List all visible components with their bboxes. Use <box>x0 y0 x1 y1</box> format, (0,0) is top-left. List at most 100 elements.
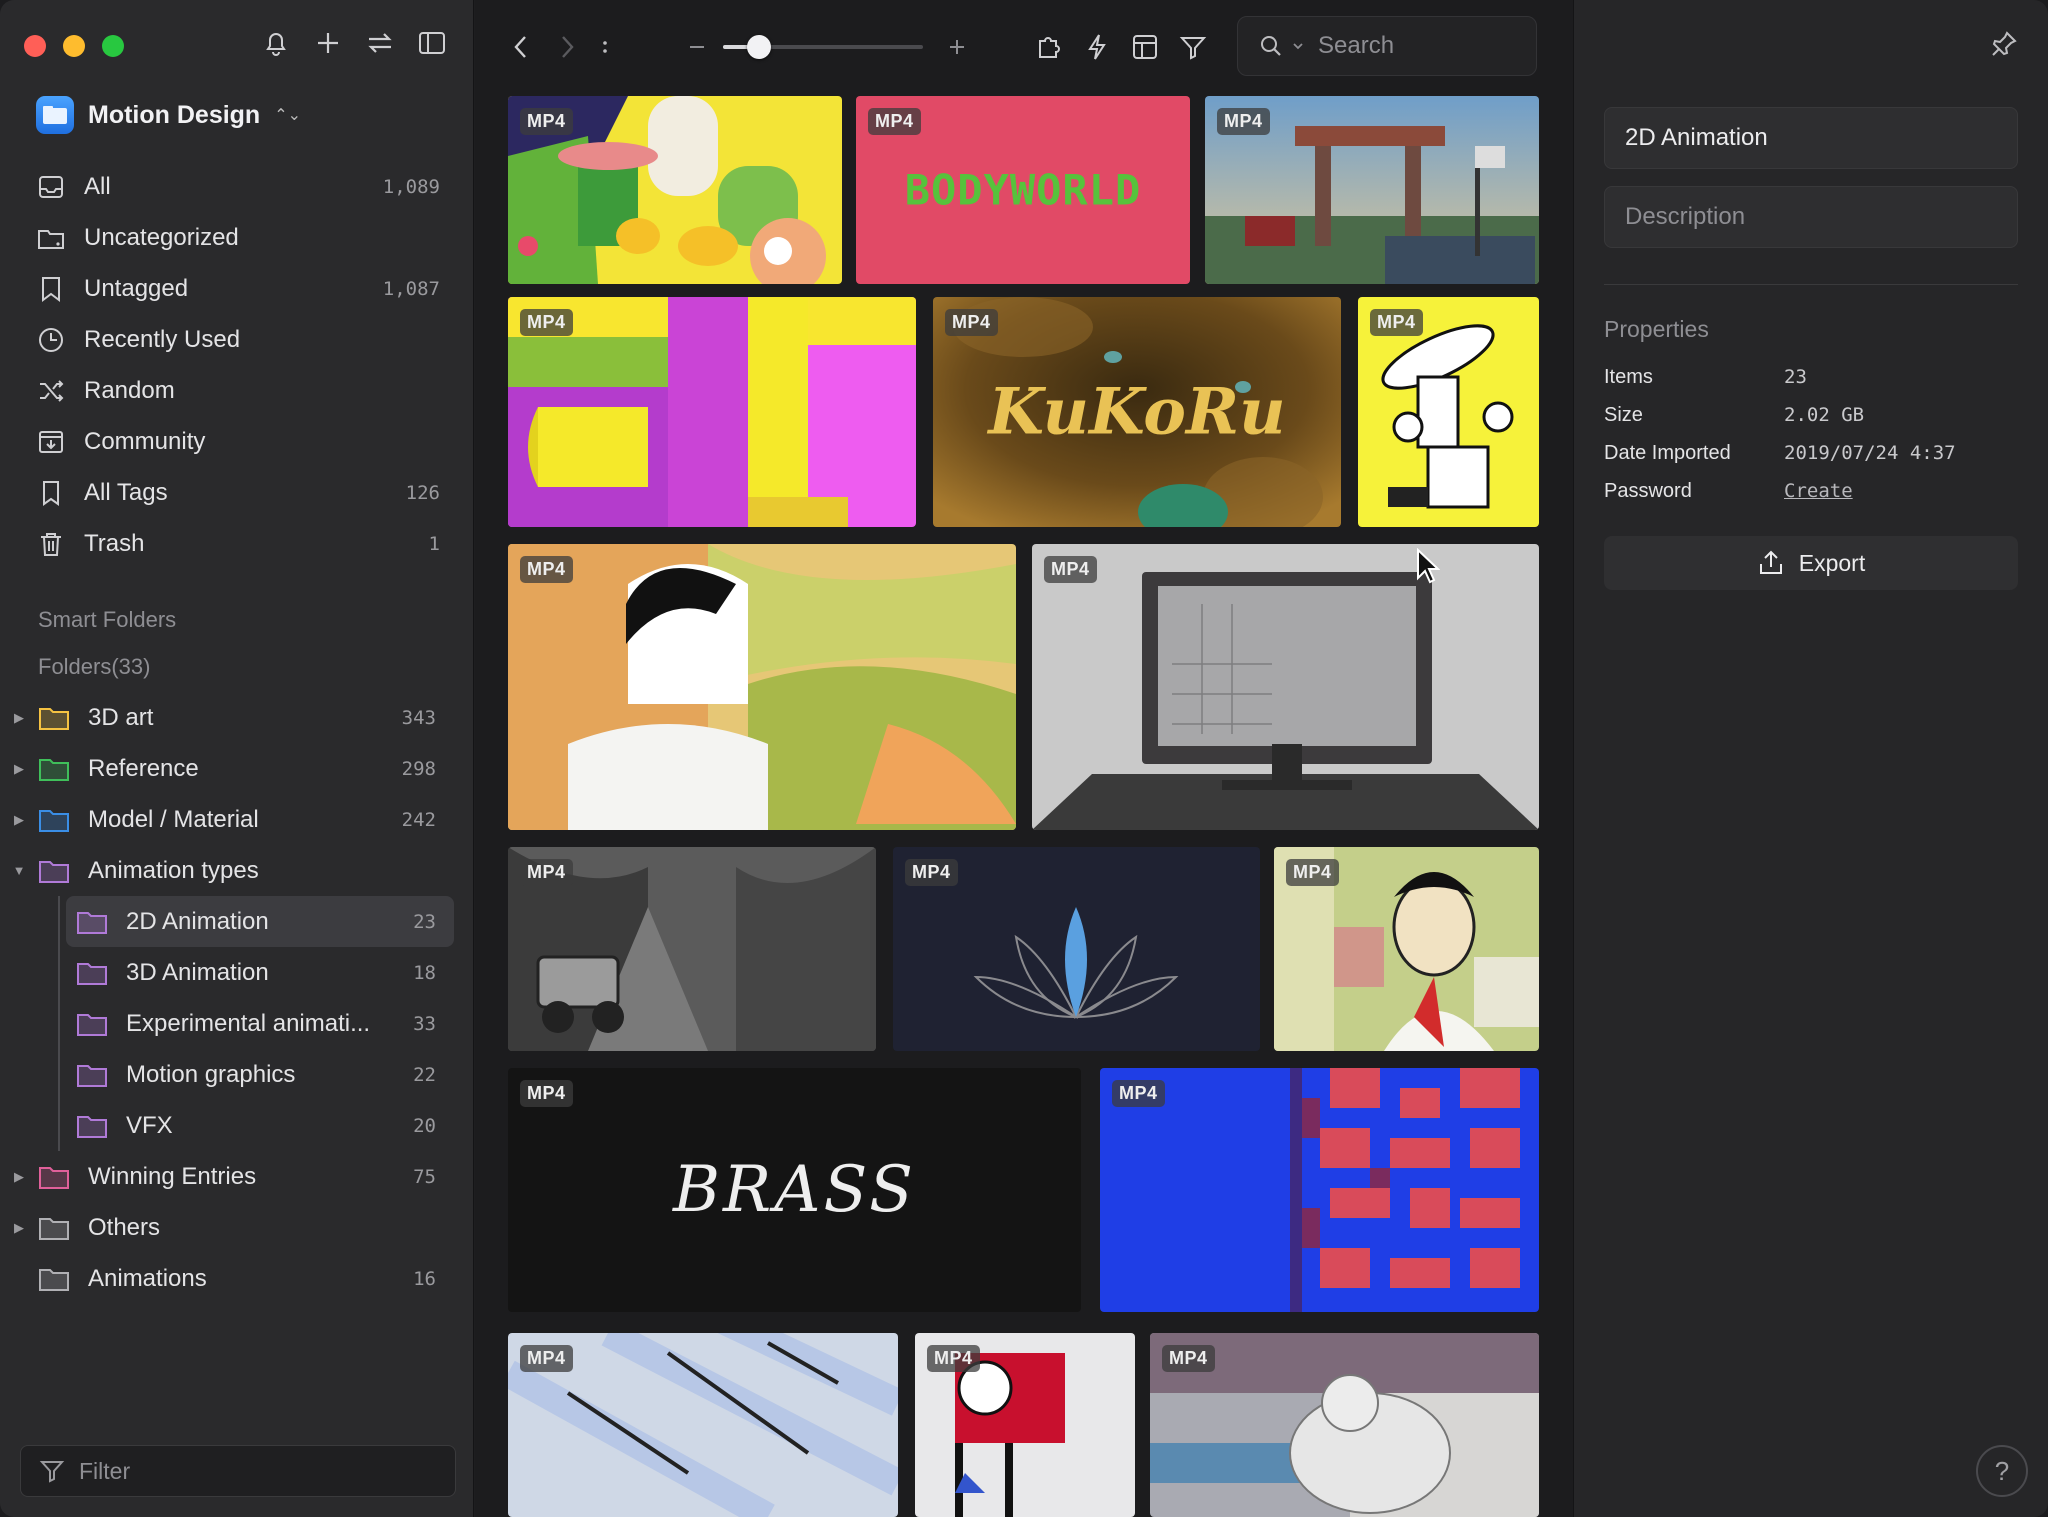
search-input[interactable]: Search <box>1237 16 1537 76</box>
folder-icon <box>39 1166 69 1189</box>
filter-input[interactable]: Filter <box>20 1445 456 1497</box>
export-label: Export <box>1798 549 1866 576</box>
thumbnail-item[interactable]: MP4 <box>508 297 916 527</box>
zoom-window-button[interactable] <box>102 35 124 57</box>
help-label: ? <box>1994 1455 2010 1486</box>
folder-item[interactable]: ▶ 3D art 343 <box>0 692 474 743</box>
subfolder-item[interactable]: Motion graphics 22 <box>0 1049 474 1100</box>
folder-icon <box>77 962 107 985</box>
content-area: Search MP4 BODYWORLD MP4 MP4 MP4 KuKoRu … <box>475 0 1573 1517</box>
back-icon[interactable] <box>505 31 537 63</box>
sidebar-item[interactable]: Untagged 1,087 <box>24 263 454 314</box>
chevron-right-icon[interactable]: ▶ <box>0 761 38 777</box>
folder-count: 33 <box>413 1012 436 1035</box>
sync-arrows-icon[interactable] <box>365 28 395 58</box>
thumbnail-item[interactable]: MP4 <box>1358 297 1539 527</box>
close-window-button[interactable] <box>24 35 46 57</box>
thumbnail-item[interactable]: MP4 <box>508 1333 898 1517</box>
thumbnail-title-text: BODYWORLD <box>904 165 1142 215</box>
property-value: 2019/07/24 4:37 <box>1784 442 1956 464</box>
minimize-window-button[interactable] <box>63 35 85 57</box>
filter-funnel-icon[interactable] <box>1177 31 1209 63</box>
folders-heading[interactable]: Folders(33) <box>38 654 150 680</box>
sidebar-item[interactable]: All 1,089 <box>24 161 454 212</box>
sidebar-item-label: Uncategorized <box>84 223 239 251</box>
zoom-slider[interactable] <box>723 35 923 59</box>
layout-icon[interactable] <box>1129 31 1161 63</box>
folder-item[interactable]: ▶ Winning Entries 75 <box>0 1151 474 1202</box>
chevron-down-icon[interactable]: ▼ <box>0 863 38 878</box>
thumbnail-item[interactable]: MP4 <box>1100 1068 1539 1312</box>
description-field[interactable]: Description <box>1604 186 2018 248</box>
thumbnail-item[interactable]: MP4 <box>1205 96 1539 284</box>
subfolder-item[interactable]: 3D Animation 18 <box>0 947 474 998</box>
search-placeholder: Search <box>1318 32 1395 59</box>
tree-guide-line <box>58 1049 60 1100</box>
more-options-icon[interactable] <box>589 31 621 63</box>
thumbnail-item[interactable]: MP4 <box>508 847 876 1051</box>
thumbnail-item[interactable]: KuKoRu MP4 <box>933 297 1341 527</box>
chevron-right-icon[interactable]: ▶ <box>0 1169 38 1185</box>
folder-icon <box>39 860 69 883</box>
subfolder-item[interactable]: VFX 20 <box>0 1100 474 1151</box>
folder-name-field[interactable]: 2D Animation <box>1604 107 2018 169</box>
folder-label: 3D Animation <box>126 958 269 986</box>
sidebar-item-label: Untagged <box>84 274 189 302</box>
sidebar-item-label: Community <box>84 427 206 455</box>
create-password-link[interactable]: Create <box>1784 480 1853 503</box>
thumbnail-item[interactable]: BRASS MP4 <box>508 1068 1081 1312</box>
thumbnail-item[interactable]: MP4 <box>1150 1333 1539 1517</box>
folder-item[interactable]: ▶ Model / Material 242 <box>0 794 474 845</box>
pin-icon[interactable] <box>1990 30 2018 63</box>
folder-label: Motion graphics <box>126 1060 296 1088</box>
sidebar-toggle-icon[interactable] <box>417 28 447 58</box>
thumbnail-item[interactable]: MP4 <box>1032 544 1539 830</box>
sidebar-item[interactable]: Community <box>24 416 454 467</box>
bookmark-icon <box>36 478 66 508</box>
thumbnail-item[interactable]: MP4 <box>508 544 1016 830</box>
thumbnail-item[interactable]: MP4 <box>1274 847 1539 1051</box>
folder-label: Winning Entries <box>88 1162 257 1190</box>
file-type-badge: MP4 <box>1370 309 1423 336</box>
bell-icon[interactable] <box>261 28 291 58</box>
folder-item[interactable]: ▼ Animation types <box>0 845 474 896</box>
sidebar-item-count: 1,087 <box>382 277 440 300</box>
sidebar-item-count: 1 <box>428 532 440 555</box>
folder-count: 298 <box>401 757 436 780</box>
subfolder-item[interactable]: 2D Animation 23 <box>0 896 474 947</box>
forward-icon[interactable] <box>551 31 583 63</box>
library-switcher[interactable]: Motion Design ⌃⌄ <box>36 96 301 134</box>
zoom-in-icon[interactable] <box>941 31 973 63</box>
help-button[interactable]: ? <box>1976 1445 2028 1497</box>
sidebar-item[interactable]: All Tags 126 <box>24 467 454 518</box>
folder-label: Experimental animati... <box>126 1009 371 1037</box>
sidebar-item[interactable]: Recently Used <box>24 314 454 365</box>
thumbnail-item[interactable]: MP4 <box>508 96 842 284</box>
chevron-right-icon[interactable]: ▶ <box>0 1220 38 1236</box>
file-type-badge: MP4 <box>868 108 921 135</box>
subfolder-item[interactable]: Experimental animati... 33 <box>0 998 474 1049</box>
plus-icon[interactable] <box>313 28 343 58</box>
folder-item[interactable]: ▶ Others <box>0 1202 474 1253</box>
folder-item[interactable]: Animations 16 <box>0 1253 474 1304</box>
zoom-out-icon[interactable] <box>681 31 713 63</box>
export-button[interactable]: Export <box>1604 536 2018 590</box>
library-icon <box>36 96 74 134</box>
sidebar-item[interactable]: Random <box>24 365 454 416</box>
smart-folders-heading[interactable]: Smart Folders <box>38 607 176 633</box>
file-type-badge: MP4 <box>520 859 573 886</box>
sidebar-item[interactable]: Trash 1 <box>24 518 454 569</box>
folder-item[interactable]: ▶ Reference 298 <box>0 743 474 794</box>
chevron-right-icon[interactable]: ▶ <box>0 812 38 828</box>
lightning-action-icon[interactable] <box>1081 31 1113 63</box>
thumbnail-item[interactable]: MP4 <box>915 1333 1135 1517</box>
puzzle-extension-icon[interactable] <box>1033 31 1065 63</box>
thumbnail-title-text: KuKoRu <box>988 374 1286 450</box>
sidebar-item[interactable]: Uncategorized <box>24 212 454 263</box>
thumbnail-item[interactable]: MP4 <box>893 847 1260 1051</box>
thumbnail-item[interactable]: BODYWORLD MP4 <box>856 96 1190 284</box>
property-key: Date Imported <box>1604 442 1731 464</box>
zoom-slider-knob[interactable] <box>747 35 771 59</box>
property-key: Size <box>1604 404 1643 426</box>
chevron-right-icon[interactable]: ▶ <box>0 710 38 726</box>
